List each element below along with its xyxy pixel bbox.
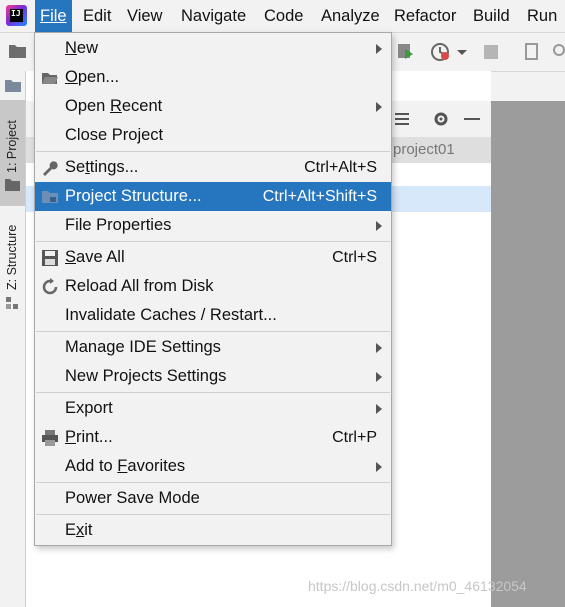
submenu-arrow-icon [376,44,382,54]
collapse-all-icon[interactable] [393,110,411,128]
menu-item-label: Exit [65,521,93,539]
profiler-icon[interactable] [430,42,452,62]
menu-item-label: Open... [65,68,120,86]
gear-icon[interactable] [432,110,450,128]
menu-item-label: New Projects Settings [65,367,227,385]
menu-item-manage-ide-settings[interactable]: Manage IDE Settings [35,333,391,362]
menu-item-file-properties[interactable]: File Properties [35,211,391,240]
menu-item-add-to-favorites[interactable]: Add to Favorites [35,452,391,481]
device-icon[interactable] [523,42,543,62]
menu-item-project-structure[interactable]: Project Structure... Ctrl+Alt+Shift+S [35,182,391,211]
folder-icon [5,80,21,92]
menu-item-shortcut: Ctrl+P [332,429,377,446]
menu-item-label: Export [65,399,113,417]
menu-item-label: Settings... [65,158,139,176]
stop-icon[interactable] [483,44,499,60]
menu-separator [36,392,390,393]
submenu-arrow-icon [376,404,382,414]
menu-item-label: Manage IDE Settings [65,338,221,356]
chevron-down-icon[interactable] [456,49,468,57]
menu-separator [36,151,390,152]
menu-item-invalidate-caches[interactable]: Invalidate Caches / Restart... [35,301,391,330]
submenu-arrow-icon [376,102,382,112]
file-menu: New Open... Open Recent Close Project Se… [34,32,392,546]
tab-structure-label: Z: Structure [5,224,19,290]
menu-separator [36,241,390,242]
menu-analyze[interactable]: Analyze [316,0,385,32]
menu-item-power-save-mode[interactable]: Power Save Mode [35,484,391,513]
menu-item-shortcut: Ctrl+Alt+Shift+S [262,188,377,205]
menu-item-new-projects-settings[interactable]: New Projects Settings [35,362,391,391]
menu-separator [36,514,390,515]
submenu-arrow-icon [376,221,382,231]
tab-project-label: 1: Project [5,120,19,173]
menu-item-close-project[interactable]: Close Project [35,121,391,150]
menu-item-open-recent[interactable]: Open Recent [35,92,391,121]
menu-item-label: Save All [65,248,125,266]
project-structure-icon [42,191,58,203]
menu-view[interactable]: View [122,0,167,32]
folder-open-icon [42,73,58,84]
project-folder-icon [5,179,20,191]
project-root-label: project01 [393,141,455,158]
menu-item-print[interactable]: Print... Ctrl+P [35,423,391,452]
menu-code[interactable]: Code [259,0,308,32]
menu-item-label: Print... [65,428,113,446]
menu-item-label: Invalidate Caches / Restart... [65,306,277,324]
tab-project[interactable]: 1: Project [0,100,25,206]
menu-item-label: File Properties [65,216,172,234]
save-icon [42,250,58,266]
menu-item-label: New [65,39,99,57]
menu-run[interactable]: Run [522,0,562,32]
menu-item-shortcut: Ctrl+Alt+S [304,159,377,176]
submenu-arrow-icon [376,343,382,353]
menu-item-label: Project Structure... [65,187,202,205]
editor-area [491,101,565,607]
menu-item-save-all[interactable]: Save All Ctrl+S [35,243,391,272]
menu-separator [36,331,390,332]
watermark: https://blog.csdn.net/m0_46132054 [308,578,527,594]
reload-icon [42,278,58,295]
open-folder-icon[interactable] [8,42,28,60]
search-icon[interactable] [551,42,565,62]
menu-item-exit[interactable]: Exit [35,516,391,545]
structure-icon [6,297,18,309]
wrench-icon [43,161,58,176]
menu-item-label: Open Recent [65,97,163,115]
menu-edit[interactable]: Edit [78,0,116,32]
menu-item-settings[interactable]: Settings... Ctrl+Alt+S [35,153,391,182]
tab-structure[interactable]: Z: Structure [0,210,25,310]
menu-item-new[interactable]: New [35,34,391,63]
menu-item-label: Add to Favorites [65,457,186,475]
intellij-logo-icon: IJ [6,5,27,26]
menu-item-label: Close Project [65,126,164,144]
menu-file[interactable]: File [35,0,72,32]
menu-item-label: Power Save Mode [65,489,200,507]
run-with-coverage-icon[interactable] [396,42,418,62]
menu-item-label: Reload All from Disk [65,277,214,295]
menu-item-shortcut: Ctrl+S [332,249,377,266]
submenu-arrow-icon [376,372,382,382]
print-icon [42,430,58,446]
menu-refactor[interactable]: Refactor [389,0,461,32]
menu-navigate[interactable]: Navigate [176,0,251,32]
menu-bar: IJ File Edit View Navigate Code Analyze … [0,0,565,33]
submenu-arrow-icon [376,462,382,472]
menu-item-export[interactable]: Export [35,394,391,423]
menu-item-reload-all[interactable]: Reload All from Disk [35,272,391,301]
menu-item-open[interactable]: Open... [35,63,391,92]
menu-separator [36,482,390,483]
menu-build[interactable]: Build [468,0,515,32]
minimize-icon[interactable] [464,117,480,121]
